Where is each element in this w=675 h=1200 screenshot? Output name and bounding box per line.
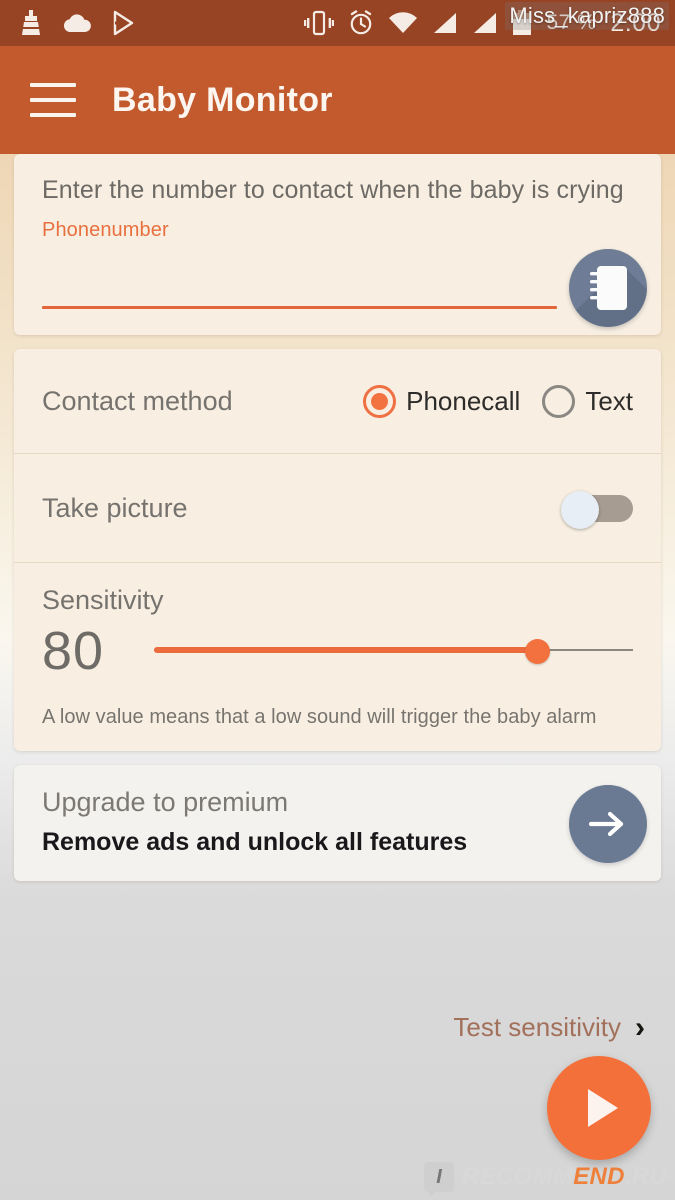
premium-arrow-button[interactable] bbox=[569, 785, 647, 863]
radio-text-label: Text bbox=[585, 385, 633, 416]
sensitivity-control: 80 bbox=[42, 624, 633, 678]
contact-method-row: Contact method Phonecall Text bbox=[14, 349, 661, 453]
premium-card[interactable]: Upgrade to premium Remove ads and unlock… bbox=[14, 765, 661, 881]
app-screen: 57 % 2:00 Miss_kapriz888 Baby Monitor En… bbox=[0, 0, 675, 1200]
sensitivity-label: Sensitivity bbox=[42, 585, 164, 615]
play-store-icon bbox=[113, 10, 134, 36]
radio-option-text[interactable]: Text bbox=[542, 384, 633, 418]
play-icon bbox=[588, 1089, 618, 1127]
phone-card-title: Enter the number to contact when the bab… bbox=[42, 176, 624, 204]
phone-input-wrap bbox=[42, 272, 633, 309]
contact-method-radio-group: Phonecall Text bbox=[363, 384, 633, 418]
contacts-book-icon bbox=[590, 266, 627, 310]
hamburger-menu-icon[interactable] bbox=[30, 83, 76, 117]
page-title: Baby Monitor bbox=[112, 80, 333, 119]
contact-method-label: Contact method bbox=[42, 385, 233, 416]
phone-field-label: Phonenumber bbox=[42, 219, 169, 241]
take-picture-label: Take picture bbox=[42, 492, 188, 523]
pick-contact-button[interactable] bbox=[569, 249, 647, 327]
radio-phonecall-label: Phonecall bbox=[406, 385, 521, 416]
sensitivity-section: Sensitivity 80 A low value means that a … bbox=[14, 563, 661, 751]
radio-option-phonecall[interactable]: Phonecall bbox=[363, 384, 521, 418]
settings-card: Contact method Phonecall Text Take pictu… bbox=[14, 349, 661, 751]
phone-number-input[interactable] bbox=[42, 272, 557, 302]
take-picture-toggle[interactable] bbox=[561, 491, 633, 529]
slider-fill bbox=[154, 647, 538, 653]
test-sensitivity-label: Test sensitivity bbox=[453, 1012, 621, 1042]
slider-thumb[interactable] bbox=[525, 639, 551, 664]
signal-1-icon bbox=[434, 13, 457, 33]
radio-text-indicator[interactable] bbox=[542, 384, 576, 418]
wifi-icon bbox=[389, 12, 418, 34]
watermark-text-part2: END bbox=[573, 1163, 625, 1190]
test-sensitivity-link[interactable]: Test sensitivity › bbox=[453, 1012, 645, 1043]
phone-number-card: Enter the number to contact when the bab… bbox=[14, 154, 661, 335]
watermark-text-part3: .RU bbox=[624, 1163, 667, 1190]
watermark-badge: I bbox=[424, 1162, 455, 1198]
app-bar: Baby Monitor bbox=[0, 46, 675, 154]
start-monitor-fab[interactable] bbox=[547, 1056, 651, 1160]
toggle-thumb[interactable] bbox=[561, 491, 599, 529]
phone-input-underline bbox=[42, 306, 557, 309]
alarm-icon bbox=[351, 10, 372, 35]
take-picture-row[interactable]: Take picture bbox=[14, 454, 661, 562]
chevron-right-icon: › bbox=[635, 1010, 645, 1044]
cloud-icon bbox=[63, 14, 91, 33]
premium-title: Upgrade to premium bbox=[42, 787, 289, 817]
signal-2-icon bbox=[474, 13, 497, 33]
sensitivity-value: 80 bbox=[42, 621, 105, 681]
content-area: Enter the number to contact when the bab… bbox=[0, 154, 675, 895]
status-bar-left-icons bbox=[0, 10, 136, 36]
cleaner-icon bbox=[22, 10, 40, 35]
watermark-text-part1: RECOMM bbox=[462, 1163, 574, 1190]
arrow-right-icon bbox=[588, 811, 624, 837]
premium-subtitle: Remove ads and unlock all features bbox=[42, 828, 468, 856]
vibrate-icon bbox=[304, 10, 335, 36]
watermark-username: Miss_kapriz888 bbox=[505, 2, 669, 30]
radio-phonecall-indicator[interactable] bbox=[363, 384, 397, 418]
sensitivity-slider[interactable] bbox=[154, 636, 633, 666]
watermark-irecommend: I RECOMMEND.RU bbox=[424, 1162, 667, 1198]
sensitivity-help-text: A low value means that a low sound will … bbox=[42, 706, 597, 728]
watermark-text: RECOMMEND.RU bbox=[462, 1163, 667, 1191]
